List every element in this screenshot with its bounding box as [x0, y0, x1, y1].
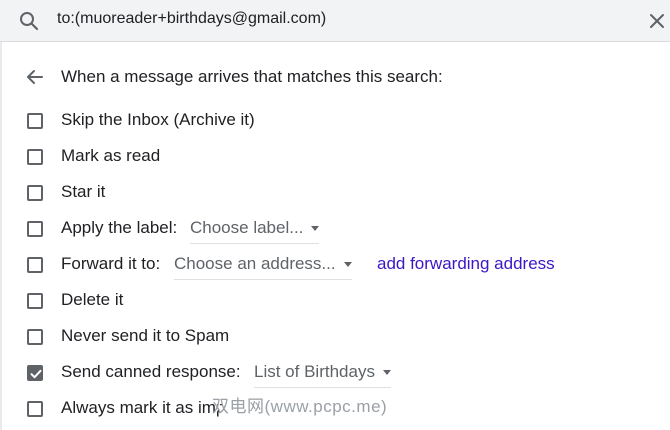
dropdown-underline [190, 243, 320, 244]
search-bar: to:(muoreader+birthdays@gmail.com) [0, 0, 670, 42]
label-dropdown[interactable]: Choose label... [190, 217, 320, 244]
address-dropdown[interactable]: Choose an address... [174, 253, 352, 280]
option-canned-response: Send canned response: List of Birthdays [0, 355, 670, 391]
option-label: Delete it [61, 290, 124, 309]
dropdown-value: Choose label... [190, 218, 304, 237]
option-label: Always mark it as imp [61, 398, 226, 417]
close-icon[interactable] [645, 9, 669, 33]
option-forward: Forward it to: Choose an address... add … [0, 247, 670, 283]
option-label: Skip the Inbox (Archive it) [61, 110, 255, 129]
option-delete: Delete it [0, 283, 670, 319]
caret-down-icon [311, 226, 320, 231]
option-star-it: Star it [0, 175, 670, 211]
add-forwarding-address-link[interactable]: add forwarding address [377, 253, 555, 275]
checkbox-skip-inbox[interactable] [27, 113, 43, 129]
canned-response-dropdown[interactable]: List of Birthdays [254, 361, 391, 388]
checkbox-delete[interactable] [27, 293, 43, 309]
dropdown-value: List of Birthdays [254, 362, 375, 381]
checkbox-forward[interactable] [27, 257, 43, 273]
check-icon [30, 369, 42, 379]
arrow-back-icon[interactable] [23, 65, 47, 89]
checkbox-canned-response[interactable] [27, 365, 43, 381]
caret-down-icon [382, 370, 391, 375]
filter-heading: When a message arrives that matches this… [61, 67, 443, 86]
option-apply-label: Apply the label: Choose label... [0, 211, 670, 247]
option-label: Mark as read [61, 146, 161, 165]
checkbox-never-spam[interactable] [27, 329, 43, 345]
checkbox-apply-label[interactable] [27, 221, 43, 237]
option-label: Apply the label: [61, 218, 178, 237]
dropdown-value: Choose an address... [174, 254, 336, 273]
checkbox-star-it[interactable] [27, 185, 43, 201]
search-query-text[interactable]: to:(muoreader+birthdays@gmail.com) [57, 9, 326, 29]
caret-down-icon [343, 262, 352, 267]
checkbox-mark-read[interactable] [27, 149, 43, 165]
option-never-spam: Never send it to Spam [0, 319, 670, 355]
option-label: Never send it to Spam [61, 326, 230, 345]
dropdown-underline [254, 387, 391, 388]
option-mark-read: Mark as read [0, 139, 670, 175]
search-icon[interactable] [17, 9, 41, 33]
checkbox-always-important[interactable] [27, 401, 43, 417]
dropdown-underline [174, 279, 352, 280]
option-label: Send canned response: [61, 362, 241, 381]
option-label: Forward it to: [61, 254, 161, 273]
watermark: 双电网(www.pcpc.me) [212, 397, 388, 416]
option-label: Star it [61, 182, 106, 201]
option-skip-inbox: Skip the Inbox (Archive it) [0, 103, 670, 139]
